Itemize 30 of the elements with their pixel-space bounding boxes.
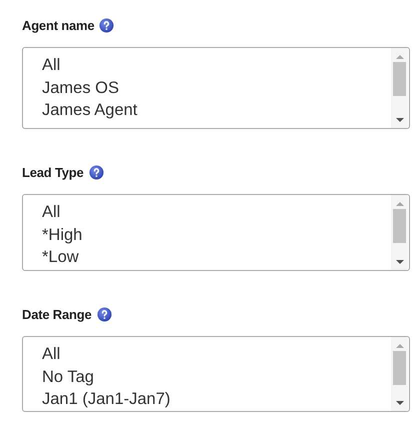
help-icon[interactable] bbox=[99, 18, 114, 33]
list-option[interactable]: *Low bbox=[42, 246, 79, 268]
scrollbar[interactable] bbox=[391, 48, 408, 128]
help-icon[interactable] bbox=[96, 307, 112, 322]
scroll-up-icon[interactable] bbox=[396, 54, 404, 60]
scroll-thumb[interactable] bbox=[393, 62, 406, 96]
scroll-up-icon[interactable] bbox=[396, 343, 404, 349]
filter-label: Date Range bbox=[22, 307, 92, 322]
scroll-thumb[interactable] bbox=[393, 209, 406, 243]
filter-label: Lead Type bbox=[22, 165, 84, 180]
scroll-up-icon[interactable] bbox=[396, 201, 404, 207]
scroll-down-icon[interactable] bbox=[396, 117, 404, 123]
list-option[interactable]: All bbox=[42, 201, 60, 224]
scroll-down-icon[interactable] bbox=[396, 259, 404, 265]
scrollbar[interactable] bbox=[391, 337, 408, 411]
filter-label: Agent name bbox=[22, 18, 94, 33]
scrollbar[interactable] bbox=[391, 195, 408, 270]
list-box[interactable]: All *High *Low bbox=[22, 194, 410, 271]
scroll-down-icon[interactable] bbox=[396, 400, 404, 406]
list-option[interactable]: All bbox=[42, 343, 60, 366]
list-box[interactable]: All James OS James Agent bbox=[22, 47, 410, 129]
help-icon[interactable] bbox=[88, 165, 104, 180]
list-box[interactable]: All No Tag Jan1 (Jan1-Jan7) bbox=[22, 336, 410, 412]
list-option[interactable]: All bbox=[42, 54, 60, 76]
scroll-thumb[interactable] bbox=[393, 351, 406, 385]
list-option[interactable]: James Agent bbox=[42, 99, 138, 122]
list-option[interactable]: Jan1 (Jan1-Jan7) bbox=[42, 388, 170, 410]
list-option[interactable]: *High bbox=[42, 224, 82, 246]
list-option[interactable]: No Tag bbox=[42, 366, 94, 388]
list-option[interactable]: James OS bbox=[42, 76, 120, 99]
